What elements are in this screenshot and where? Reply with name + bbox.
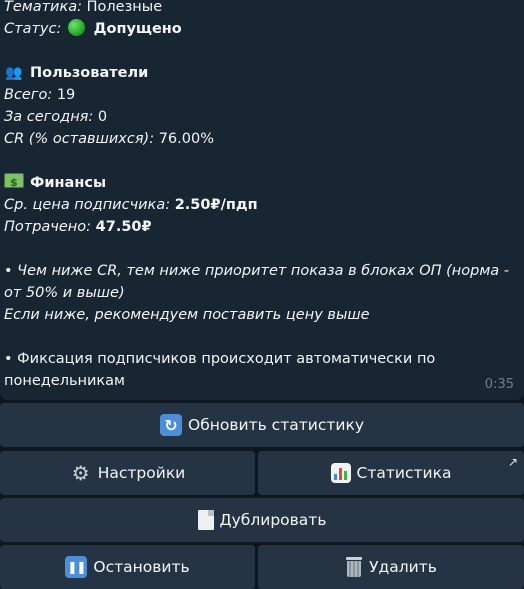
note1-line2: от 50% и выше) [4,285,125,301]
total-value: 19 [56,87,76,103]
cr-value: 76.00% [158,131,214,147]
finance-header: Финансы [4,172,509,194]
cr-line: CR (% оставшихся): 76.00% [4,128,509,150]
status-label: Статус: [4,21,62,37]
avg-price-value: 2.50₽/пдп [174,197,258,213]
topic-value: Полезные [86,0,163,15]
avg-price-label: Ср. цена подписчика: [4,197,171,213]
statistics-label: Статистика [356,464,452,482]
status-line: Статус: Допущено [4,18,509,40]
spent-value: 47.50₽ [95,219,152,235]
finance-title: Финансы [30,175,107,191]
document-icon [197,510,214,530]
settings-button[interactable]: ⚙ Настройки [0,451,255,495]
duplicate-label: Дублировать [219,511,327,529]
stop-button[interactable]: ❚❚ Остановить [0,545,255,589]
message-bubble: Тематика: Полезные Статус: Допущено 👥 Пол… [0,0,524,400]
green-circle-icon [67,19,85,36]
delete-label: Удалить [369,558,437,576]
refresh-icon: ↻ [160,414,182,436]
total-line: Всего: 19 [4,84,509,106]
delete-button[interactable]: Удалить [258,545,524,589]
avg-price-line: Ср. цена подписчика: 2.50₽/пдп [4,194,509,216]
note1-line1: • Чем ниже CR, тем ниже приоритет показа… [4,263,510,279]
note2-line1: • Фиксация подписчиков происходит автома… [4,351,436,367]
duplicate-button[interactable]: Дублировать [0,498,524,542]
cr-label: CR (% оставшихся): [4,131,155,147]
total-label: Всего: [4,87,53,103]
today-label: За сегодня: [4,109,94,125]
users-header: 👥 Пользователи [4,62,509,84]
spent-line: Потрачено: 47.50₽ [4,216,509,238]
note1-line3: Если ниже, рекомендуем поставить цену вы… [4,307,370,323]
refresh-stats-label: Обновить статистику [188,416,364,434]
refresh-stats-button[interactable]: ↻ Обновить статистику [0,403,524,447]
topic-line: Тематика: Полезные [4,0,509,18]
gear-icon: ⚙ [71,461,90,485]
bar-chart-icon [330,463,351,483]
today-value: 0 [97,109,108,125]
trash-icon [345,557,363,577]
users-title: Пользователи [30,65,149,81]
today-line: За сегодня: 0 [4,106,509,128]
users-icon: 👥 [5,65,23,81]
money-icon [4,172,24,194]
pause-icon: ❚❚ [65,556,88,578]
external-link-icon: ↗ [507,455,518,469]
spent-label: Потрачено: [4,219,92,235]
stop-label: Остановить [93,558,190,576]
statistics-button[interactable]: Статистика ↗ [258,451,524,495]
message-text: Тематика: Полезные Статус: Допущено 👥 Пол… [4,0,509,392]
message-time: 0:35 [484,377,514,392]
note2-line2: понедельникам [4,373,125,389]
status-value: Допущено [93,21,182,37]
topic-label: Тематика: [4,0,83,15]
settings-label: Настройки [97,464,186,482]
